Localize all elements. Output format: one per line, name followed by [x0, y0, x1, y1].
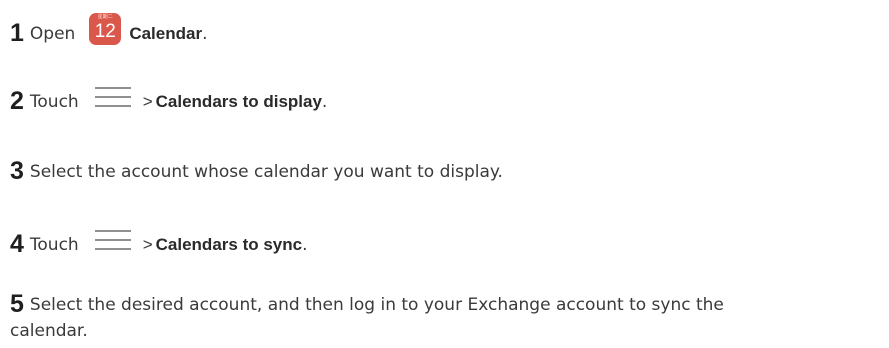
step-text: Select the account whose calendar you wa…: [29, 162, 503, 182]
step-text: Touch: [29, 235, 79, 255]
step-punctuation: .: [202, 24, 208, 44]
calendar-app-icon: 星期二 12: [89, 13, 122, 45]
step-number: 4: [10, 230, 24, 258]
step-number: 1: [10, 19, 24, 47]
step-3: 3 Select the account whose calendar you w…: [10, 158, 503, 185]
step-punctuation: .: [302, 235, 308, 255]
step-text: Select the desired account, and then log…: [29, 295, 724, 315]
step-number: 2: [10, 87, 24, 115]
step-5-continuation: calendar.: [10, 321, 88, 341]
step-number: 5: [10, 290, 24, 318]
step-5: 5 Select the desired account, and then lo…: [10, 291, 724, 318]
menu-separator: >: [142, 92, 153, 111]
step-2: 2 Touch > Calendars to display.: [10, 86, 327, 115]
step-text: Touch: [29, 92, 79, 112]
step-1: 1 Open 星期二 12 Calendar.: [10, 13, 207, 47]
app-name: Calendar: [129, 24, 203, 43]
menu-separator: >: [142, 235, 153, 254]
menu-option: Calendars to sync: [155, 235, 303, 254]
step-number: 3: [10, 157, 24, 185]
menu-icon: [94, 230, 131, 250]
step-punctuation: .: [321, 92, 328, 112]
menu-option: Calendars to display: [155, 92, 322, 111]
step-text: Open: [29, 24, 76, 44]
step-4: 4 Touch > Calendars to sync.: [10, 229, 308, 258]
calendar-icon-day: 12: [94, 21, 116, 42]
menu-icon: [94, 87, 131, 107]
